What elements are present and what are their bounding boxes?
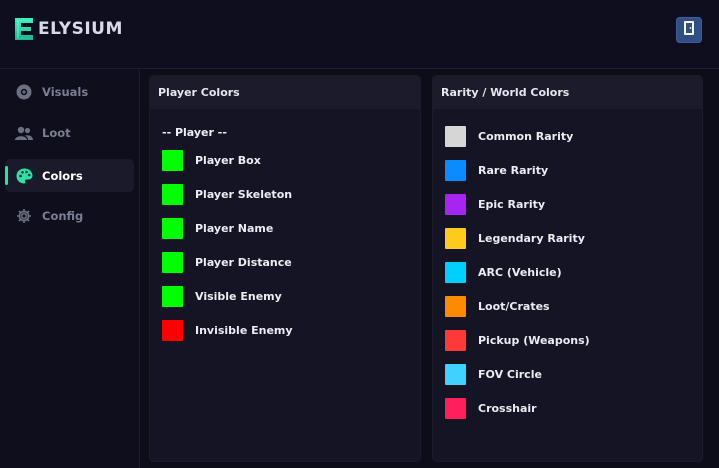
color-row-legendary-rarity[interactable]: Legendary Rarity <box>445 228 585 249</box>
app-logo: ELYSIUM <box>13 16 123 42</box>
logo-e-icon <box>13 16 35 42</box>
color-swatch[interactable] <box>445 364 466 385</box>
color-row-label: FOV Circle <box>478 368 542 381</box>
color-swatch[interactable] <box>445 126 466 147</box>
color-row-label: Common Rarity <box>478 130 574 143</box>
color-row-label: Epic Rarity <box>478 198 546 211</box>
sidebar-item-label: Loot <box>42 125 71 140</box>
color-row-label: Player Name <box>195 222 274 235</box>
color-swatch[interactable] <box>162 218 183 239</box>
color-swatch[interactable] <box>162 320 183 341</box>
color-swatch[interactable] <box>445 160 466 181</box>
users-icon <box>15 124 33 142</box>
group-label-player: -- Player -- <box>162 126 227 139</box>
color-swatch[interactable] <box>162 150 183 171</box>
color-swatch[interactable] <box>445 228 466 249</box>
color-row-player-distance[interactable]: Player Distance <box>162 252 292 273</box>
color-row-common-rarity[interactable]: Common Rarity <box>445 126 573 147</box>
color-row-label: Pickup (Weapons) <box>478 334 590 347</box>
color-swatch[interactable] <box>445 330 466 351</box>
color-row-crosshair[interactable]: Crosshair <box>445 398 537 419</box>
sidebar-item-label: Config <box>42 208 84 223</box>
color-row-label: Visible Enemy <box>195 290 282 303</box>
panel-title: Rarity / World Colors <box>433 76 702 109</box>
color-row-fov-circle[interactable]: FOV Circle <box>445 364 542 385</box>
color-swatch[interactable] <box>162 184 183 205</box>
panel-title: Player Colors <box>150 76 420 109</box>
world-colors-panel: Rarity / World Colors Common Rarity Rare… <box>432 75 703 462</box>
color-row-arc-vehicle[interactable]: ARC (Vehicle) <box>445 262 562 283</box>
color-row-label: Crosshair <box>478 402 537 415</box>
color-row-label: Legendary Rarity <box>478 232 585 245</box>
color-swatch[interactable] <box>445 194 466 215</box>
app-header: ELYSIUM <box>0 0 719 69</box>
color-row-label: Loot/Crates <box>478 300 550 313</box>
eye-icon <box>15 83 33 101</box>
color-swatch[interactable] <box>445 398 466 419</box>
color-swatch[interactable] <box>445 262 466 283</box>
color-row-rare-rarity[interactable]: Rare Rarity <box>445 160 548 181</box>
color-swatch[interactable] <box>445 296 466 317</box>
color-row-visible-enemy[interactable]: Visible Enemy <box>162 286 282 307</box>
color-row-label: Player Distance <box>195 256 292 269</box>
sidebar: Visuals Loot Colors Config <box>0 69 140 468</box>
sidebar-item-visuals[interactable]: Visuals <box>5 75 134 108</box>
gear-icon <box>15 207 33 225</box>
sidebar-item-label: Visuals <box>42 84 89 99</box>
color-row-label: Invisible Enemy <box>195 324 293 337</box>
color-row-label: Player Box <box>195 154 261 167</box>
color-row-label: Player Skeleton <box>195 188 293 201</box>
color-swatch[interactable] <box>162 252 183 273</box>
sidebar-item-config[interactable]: Config <box>5 199 134 232</box>
exit-button[interactable] <box>676 17 702 43</box>
sidebar-item-label: Colors <box>42 168 83 183</box>
color-row-invisible-enemy[interactable]: Invisible Enemy <box>162 320 293 341</box>
sidebar-item-colors[interactable]: Colors <box>5 159 134 192</box>
exit-door-icon <box>682 20 696 40</box>
color-row-epic-rarity[interactable]: Epic Rarity <box>445 194 545 215</box>
color-row-player-box[interactable]: Player Box <box>162 150 261 171</box>
palette-icon <box>15 167 33 185</box>
color-row-loot-crates[interactable]: Loot/Crates <box>445 296 550 317</box>
color-row-pickup-weapons[interactable]: Pickup (Weapons) <box>445 330 590 351</box>
brand-name: ELYSIUM <box>38 19 123 39</box>
color-swatch[interactable] <box>162 286 183 307</box>
color-row-player-name[interactable]: Player Name <box>162 218 273 239</box>
color-row-label: Rare Rarity <box>478 164 549 177</box>
sidebar-item-loot[interactable]: Loot <box>5 116 134 149</box>
color-row-player-skeleton[interactable]: Player Skeleton <box>162 184 292 205</box>
player-colors-panel: Player Colors -- Player -- Player Box Pl… <box>149 75 421 462</box>
color-row-label: ARC (Vehicle) <box>478 266 562 279</box>
